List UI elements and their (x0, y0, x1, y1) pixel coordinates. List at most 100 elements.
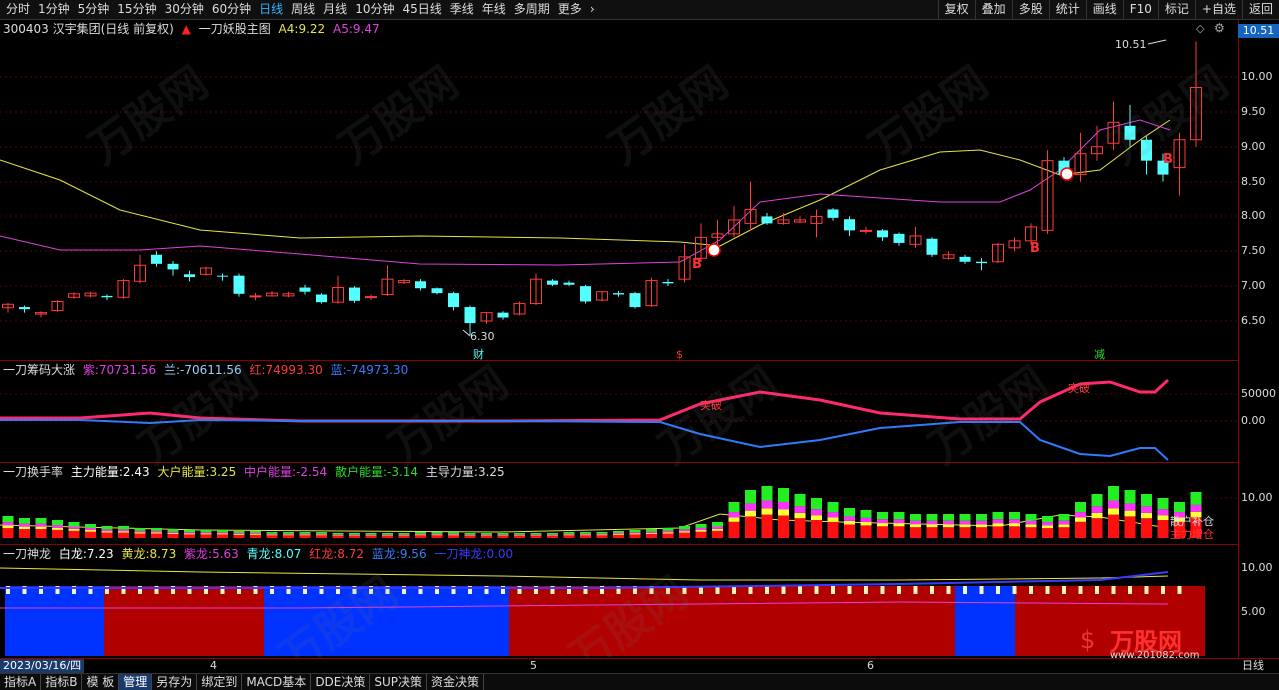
tool-button[interactable]: 统计 (1048, 0, 1086, 19)
p3-retail-bar (134, 528, 146, 531)
candle-body (877, 230, 888, 238)
p3-main-bar (877, 526, 888, 538)
p3-mid-bar (893, 519, 905, 524)
p3-big-bar (563, 534, 575, 536)
bottom-tab[interactable]: 管理 (119, 674, 153, 690)
p3-main-bar (250, 534, 261, 538)
tool-button[interactable]: 叠加 (974, 0, 1012, 19)
p3-retail-bar (1124, 490, 1136, 504)
period-tab[interactable]: 5分钟 (74, 0, 114, 19)
candle-body (976, 261, 987, 264)
p3-main-bar (860, 525, 872, 538)
p3-big-bar (332, 535, 344, 536)
bottom-tab[interactable]: 资金决策 (427, 674, 485, 690)
period-tab[interactable]: 年线 (478, 0, 510, 19)
p3-retail-bar (1025, 514, 1037, 521)
bottom-tab[interactable]: MACD基本 (242, 674, 312, 690)
p3-retail-bar (712, 522, 723, 527)
p3-retail-bar (761, 486, 773, 501)
p3-retail-bar (926, 514, 938, 521)
p3-main-bar (283, 535, 294, 538)
period-tab[interactable]: 10分钟 (351, 0, 398, 19)
p3-mid-bar (1042, 522, 1053, 526)
period-tab[interactable]: 45日线 (398, 0, 445, 19)
p3-retail-bar (200, 530, 212, 533)
p3-main-bar (68, 530, 80, 538)
p3-retail-bar (1009, 512, 1020, 520)
p3-mid-bar (464, 534, 476, 536)
p3-main-bar (1058, 527, 1070, 538)
p3-main-bar (926, 527, 938, 538)
period-tab[interactable]: 30分钟 (161, 0, 208, 19)
p3-retail-bar (877, 512, 888, 520)
bottom-tab[interactable]: 模 板 (82, 674, 120, 690)
bottom-tab[interactable]: SUP决策 (370, 674, 428, 690)
p4-tick (913, 586, 918, 594)
p3-retail-bar (629, 530, 641, 533)
period-tab[interactable]: 更多 (554, 0, 586, 19)
buy-marker: B (1163, 152, 1173, 167)
buy-marker: B (1030, 241, 1040, 256)
p3-main-bar (382, 535, 393, 538)
p3-main-bar (827, 521, 839, 538)
tool-button[interactable]: 画线 (1085, 0, 1123, 19)
signal-circle-icon (1060, 167, 1074, 181)
bottom-tab[interactable]: DDE决策 (311, 674, 371, 690)
p3-retail-bar (35, 518, 47, 524)
p3-mid-bar (860, 517, 872, 523)
period-tab[interactable]: 1分钟 (34, 0, 74, 19)
tool-button[interactable]: 复权 (937, 0, 975, 19)
p3-big-bar (893, 523, 905, 527)
event-tag: 财 (473, 347, 484, 361)
p3-retail-bar (679, 526, 690, 530)
period-tab[interactable]: 日线 (255, 0, 287, 19)
period-tab[interactable]: 分时 (2, 0, 34, 19)
date-axis: 2023/03/16/四 4 5 6 日线 (0, 658, 1279, 673)
p4-yellow-line (0, 567, 1169, 581)
candle-body (249, 295, 262, 298)
low-price-label: 6.30 (470, 330, 495, 343)
p3-big-bar (943, 524, 954, 528)
tool-button[interactable]: +自选 (1194, 0, 1242, 19)
candle-body (563, 282, 575, 285)
bottom-tab[interactable]: 绑定到 (197, 674, 243, 690)
tool-button[interactable]: F10 (1122, 0, 1158, 19)
candle-body (547, 280, 558, 285)
bottom-tab[interactable]: 指标A (0, 674, 42, 690)
p3-mid-bar (118, 529, 129, 532)
p3-overlay-text: 主力增仓 (1170, 527, 1214, 541)
tool-button[interactable]: 标记 (1157, 0, 1195, 19)
p3-main-bar (19, 529, 30, 538)
tool-button[interactable]: 返回 (1241, 0, 1279, 19)
period-tab[interactable]: 月线 (319, 0, 351, 19)
p4-tick (1062, 586, 1066, 594)
p3-big-bar (530, 535, 542, 536)
chart-canvas[interactable]: 突破突破散户补仓主力增仓BBB10.516.30财 $ 减 (0, 20, 1238, 660)
p3-retail-bar (167, 529, 179, 532)
p3-main-bar (778, 515, 789, 538)
period-tab[interactable]: 60分钟 (208, 0, 255, 19)
p4-tick (748, 586, 753, 594)
period-tab[interactable]: 15分钟 (113, 0, 160, 19)
p3-main-bar (547, 535, 558, 538)
p3-big-bar (184, 533, 195, 535)
p3-mid-bar (1091, 506, 1103, 513)
period-tab[interactable]: 季线 (446, 0, 478, 19)
p3-retail-bar (514, 533, 525, 535)
bottom-tab[interactable]: 另存为 (152, 674, 198, 690)
period-tab[interactable]: 周线 (287, 0, 319, 19)
signal-circle-icon (707, 243, 721, 257)
p3-main-bar (1025, 527, 1037, 538)
p3-retail-bar (481, 533, 492, 535)
tool-button[interactable]: 多股 (1011, 0, 1049, 19)
p3-main-bar (530, 535, 542, 538)
p4-tick (864, 586, 868, 594)
candle-body (1141, 139, 1152, 161)
candle-body (629, 293, 641, 308)
p3-big-bar (217, 533, 228, 535)
p3-retail-bar (2, 516, 14, 523)
p3-mid-bar (299, 533, 311, 535)
period-tab[interactable]: 多周期 (510, 0, 554, 19)
chevron-right-icon[interactable]: › (586, 0, 599, 19)
bottom-tab[interactable]: 指标B (41, 674, 83, 690)
